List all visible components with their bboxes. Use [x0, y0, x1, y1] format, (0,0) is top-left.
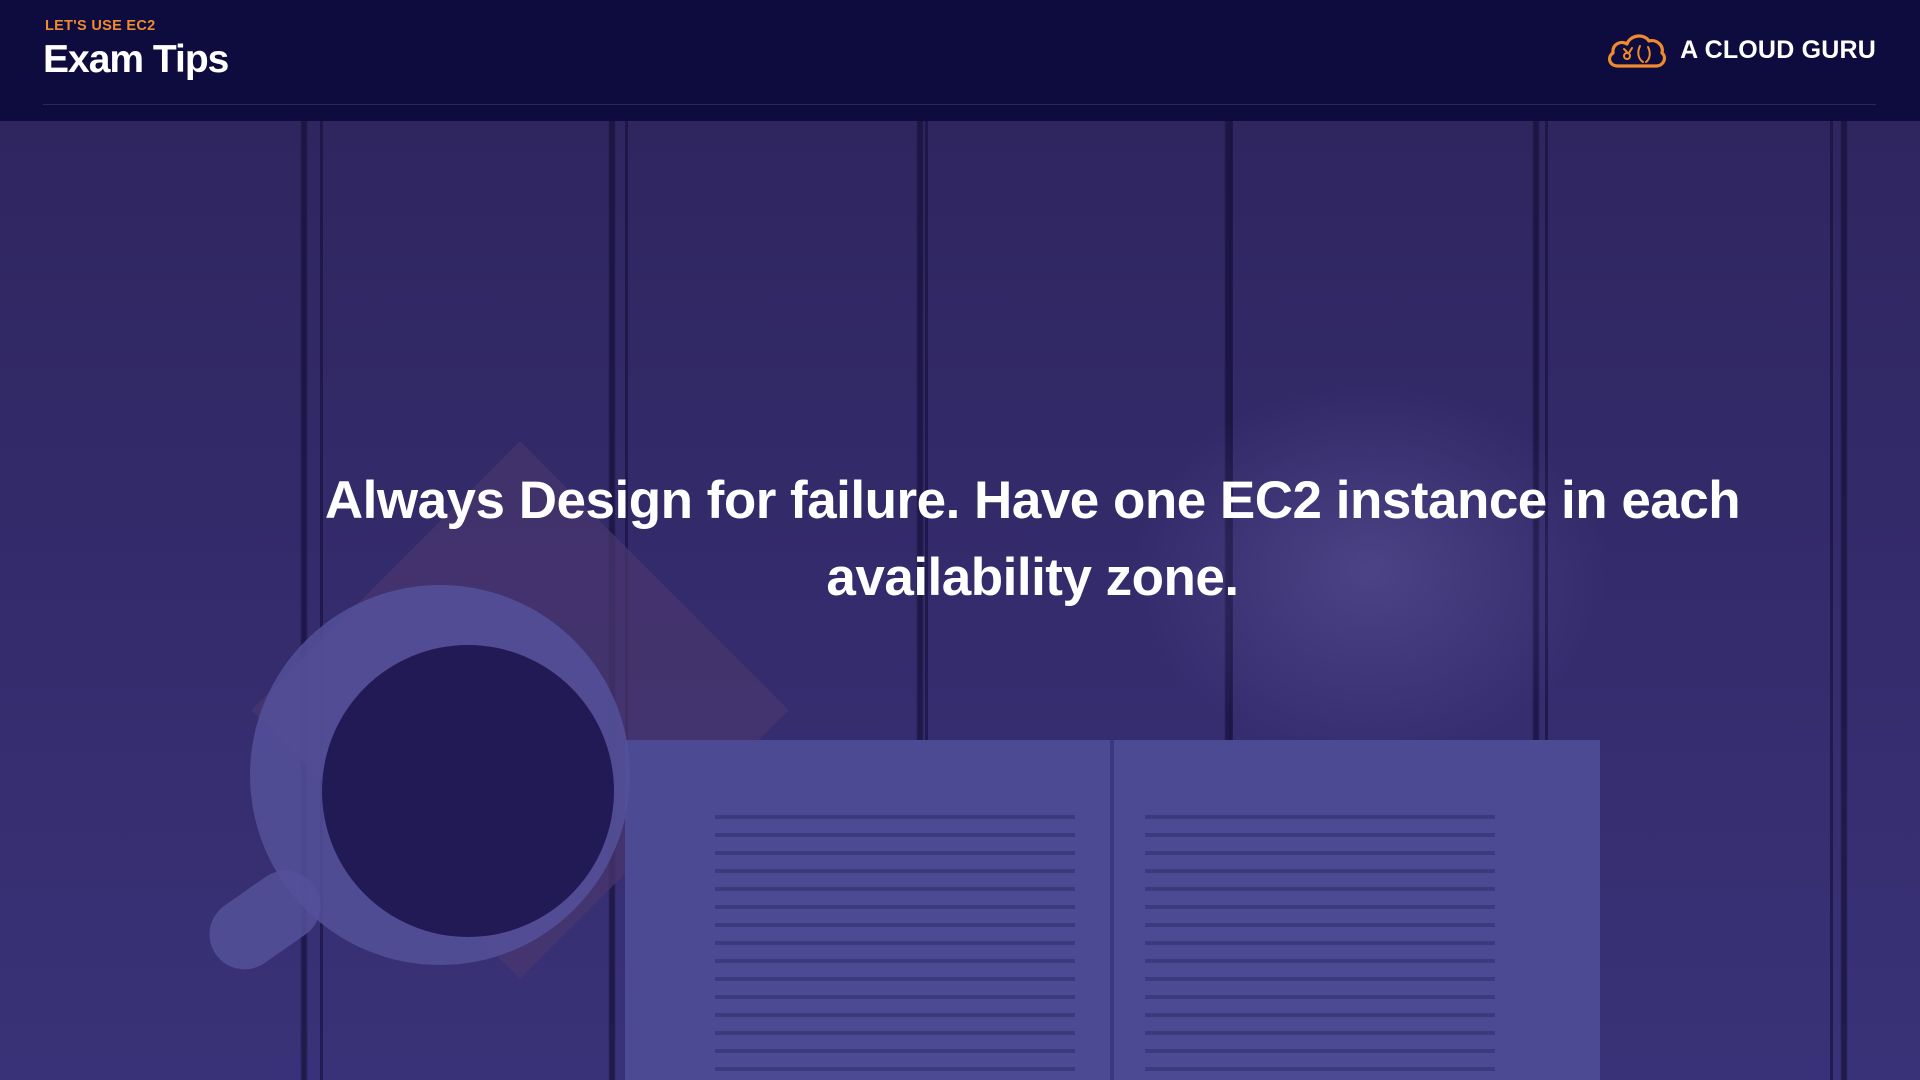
brand-name: A CLOUD GURU — [1680, 35, 1876, 64]
wood-plank-seam — [1830, 121, 1833, 1080]
slide: LET'S USE EC2 Exam Tips A CLOUD GURU Alw… — [0, 0, 1920, 1080]
book-spine — [1110, 740, 1114, 1080]
brand-logo: A CLOUD GURU — [1604, 28, 1876, 72]
header-divider — [43, 104, 1876, 105]
main-statement: Always Design for failure. Have one EC2 … — [324, 471, 1741, 607]
slide-header: LET'S USE EC2 Exam Tips A CLOUD GURU — [0, 0, 1920, 121]
section-kicker: LET'S USE EC2 — [45, 18, 156, 34]
book-left-page-text — [715, 815, 1075, 1075]
book-right-page-text — [1145, 815, 1495, 1075]
page-title: Exam Tips — [43, 38, 229, 81]
coffee-surface — [322, 645, 614, 937]
cloud-icon — [1608, 34, 1667, 68]
